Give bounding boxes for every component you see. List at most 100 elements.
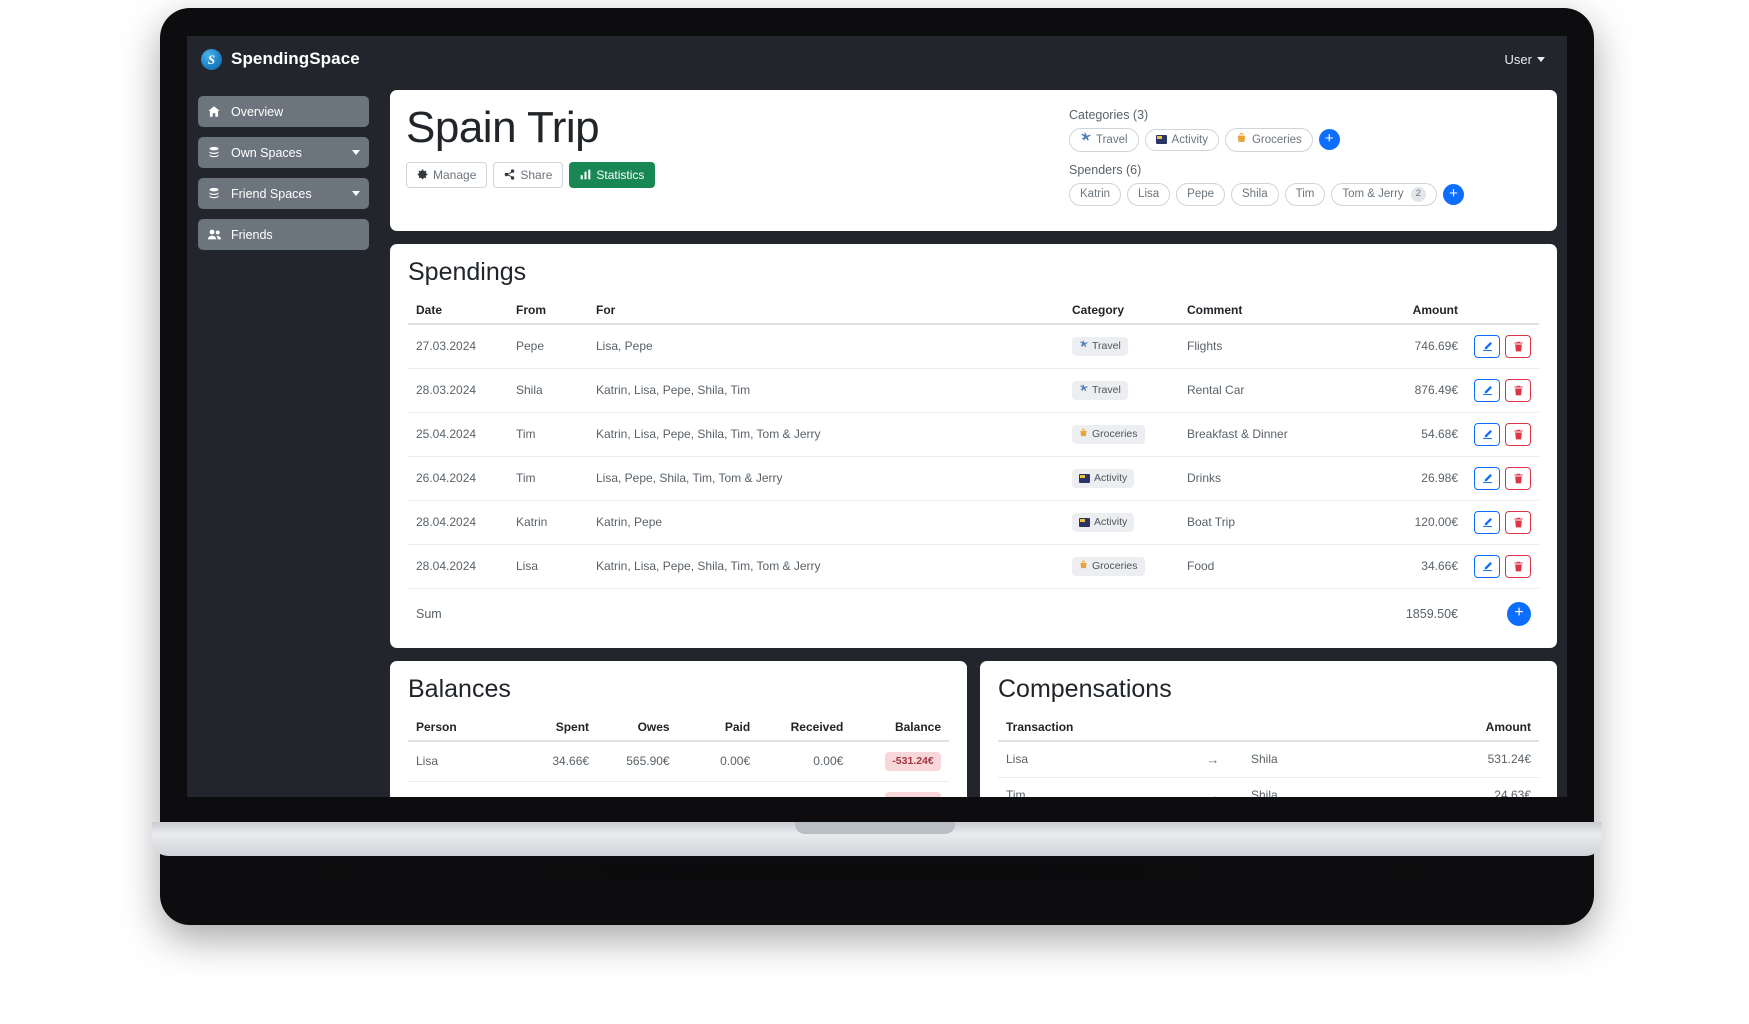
category-chip-travel[interactable]: Travel <box>1069 128 1139 152</box>
compensations-table-wrap: Transaction Amount Lisa → Shila 531.24€ … <box>980 713 1557 797</box>
sidebar-item-overview[interactable]: Overview <box>198 96 369 127</box>
spender-chip-pepe[interactable]: Pepe <box>1176 182 1226 206</box>
compensations-title: Compensations <box>998 674 1172 703</box>
category-badge: Groceries <box>1072 425 1145 444</box>
sidebar-item-own-spaces[interactable]: Own Spaces <box>198 137 369 168</box>
cell-paid: 0.00€ <box>677 781 759 797</box>
cell-date: 28.03.2024 <box>408 368 508 413</box>
cell-for: Katrin, Lisa, Pepe, Shila, Tim, Tom & Je… <box>588 544 1064 589</box>
category-badge-label: Activity <box>1094 516 1128 529</box>
manage-button[interactable]: Manage <box>406 161 488 188</box>
add-spending-button[interactable]: + <box>1507 601 1531 626</box>
cell-category: Travel <box>1064 368 1179 413</box>
category-badge-label: Activity <box>1094 472 1128 485</box>
category-chip-groceries[interactable]: Groceries <box>1224 128 1313 152</box>
airplane-icon <box>1080 132 1091 148</box>
column-header-comment: Comment <box>1179 296 1374 325</box>
balances-title: Balances <box>408 674 511 703</box>
spender-chip-shila[interactable]: Shila <box>1231 182 1279 206</box>
compensations-table: Transaction Amount Lisa → Shila 531.24€ … <box>998 713 1539 797</box>
spenders-chip-row: Katrin Lisa Pepe Shila Tim Tom & Jerry 2… <box>1069 182 1539 206</box>
spender-chip-tom-and-jerry[interactable]: Tom & Jerry 2 <box>1331 182 1437 206</box>
row-action-buttons <box>1474 334 1531 358</box>
cell-amount: 876.49€ <box>1374 368 1466 413</box>
cell-spent: 81.66€ <box>516 781 598 797</box>
cell-category: Activity <box>1064 500 1179 545</box>
cell-paid: 0.00€ <box>677 740 759 782</box>
arrow-icon: → <box>1183 740 1243 778</box>
cell-comment: Boat Trip <box>1179 500 1374 545</box>
space-header-left: Spain Trip Manage Share Statistics <box>406 104 1051 217</box>
airplane-icon <box>1079 384 1088 397</box>
table-row: 27.03.2024 Pepe Lisa, Pepe Travel Flight… <box>408 323 1539 369</box>
category-chip-activity-label: Activity <box>1171 133 1208 146</box>
table-header-row: Person Spent Owes Paid Received Balance <box>408 713 949 742</box>
edit-row-button[interactable] <box>1474 466 1500 490</box>
share-button[interactable]: Share <box>493 161 564 188</box>
category-badge-label: Travel <box>1092 340 1121 353</box>
chevron-down-icon[interactable] <box>352 150 360 155</box>
table-row: Tim 81.66€ 192.56€ 0.00€ 0.00€ -110.90€ <box>408 781 949 797</box>
cell-date: 28.04.2024 <box>408 500 508 545</box>
cell-received: 0.00€ <box>758 740 852 782</box>
row-action-buttons <box>1474 422 1531 446</box>
arrow-icon: → <box>1183 777 1243 797</box>
column-header-date: Date <box>408 296 508 325</box>
balances-table-wrap: Person Spent Owes Paid Received Balance <box>390 713 967 797</box>
cell-from: Shila <box>508 368 588 413</box>
cell-comment: Rental Car <box>1179 368 1374 413</box>
cell-comment: Flights <box>1179 323 1374 369</box>
spender-chip-lisa[interactable]: Lisa <box>1127 182 1171 206</box>
spender-chip-katrin[interactable]: Katrin <box>1069 182 1122 206</box>
balances-table-body: Lisa 34.66€ 565.90€ 0.00€ 0.00€ -531.24€ <box>408 740 949 797</box>
column-header-category: Category <box>1064 296 1179 325</box>
delete-row-button[interactable] <box>1505 554 1531 578</box>
chevron-down-icon[interactable] <box>352 191 360 196</box>
cell-category: Groceries <box>1064 412 1179 457</box>
space-action-buttons: Manage Share Statistics <box>406 161 1051 188</box>
cell-to: Shila <box>1243 777 1367 797</box>
share-icon <box>504 169 515 180</box>
sidebar-item-overview-label: Overview <box>231 104 284 119</box>
add-spender-button[interactable]: + <box>1442 183 1464 205</box>
spender-chip-tim[interactable]: Tim <box>1284 182 1326 206</box>
spendings-table-body: 27.03.2024 Pepe Lisa, Pepe Travel Flight… <box>408 323 1539 636</box>
delete-row-button[interactable] <box>1505 334 1531 358</box>
column-header-person: Person <box>408 713 517 742</box>
brand[interactable]: S SpendingSpace <box>201 48 360 70</box>
home-icon <box>207 105 226 118</box>
table-row: 26.04.2024 Tim Lisa, Pepe, Shila, Tim, T… <box>408 456 1539 501</box>
cell-date: 27.03.2024 <box>408 323 508 369</box>
edit-row-button[interactable] <box>1474 510 1500 534</box>
spender-chip-label: Tom & Jerry <box>1342 187 1404 200</box>
category-chip-activity[interactable]: Activity <box>1144 128 1219 152</box>
sidebar-item-friend-spaces-label: Friend Spaces <box>231 186 312 201</box>
column-header-from: From <box>508 296 588 325</box>
compensations-table-head: Transaction Amount <box>998 713 1539 742</box>
edit-row-button[interactable] <box>1474 554 1500 578</box>
sidebar-item-friend-spaces[interactable]: Friend Spaces <box>198 178 369 209</box>
spender-chip-label: Shila <box>1242 187 1268 200</box>
delete-row-button[interactable] <box>1505 510 1531 534</box>
spendings-table: Date From For Category Comment Amount 27… <box>408 296 1539 636</box>
page-title: Spain Trip <box>406 103 600 152</box>
cell-comment: Breakfast & Dinner <box>1179 412 1374 457</box>
balance-badge: -531.24€ <box>885 751 941 771</box>
statistics-button[interactable]: Statistics <box>569 161 656 188</box>
edit-row-button[interactable] <box>1474 378 1500 402</box>
user-dropdown[interactable]: User <box>1505 52 1545 67</box>
cell-amount: 120.00€ <box>1374 500 1466 545</box>
sidebar-item-friends[interactable]: Friends <box>198 219 369 250</box>
delete-row-button[interactable] <box>1505 422 1531 446</box>
add-category-button[interactable]: + <box>1318 129 1340 151</box>
cell-amount: 26.98€ <box>1374 456 1466 501</box>
delete-row-button[interactable] <box>1505 378 1531 402</box>
edit-row-button[interactable] <box>1474 334 1500 358</box>
delete-row-button[interactable] <box>1505 466 1531 490</box>
edit-row-button[interactable] <box>1474 422 1500 446</box>
category-chip-travel-label: Travel <box>1096 133 1128 146</box>
cell-for: Lisa, Pepe <box>588 323 1064 369</box>
category-badge: Activity <box>1072 513 1135 532</box>
gear-icon <box>417 169 428 180</box>
cell-person: Lisa <box>408 740 517 782</box>
